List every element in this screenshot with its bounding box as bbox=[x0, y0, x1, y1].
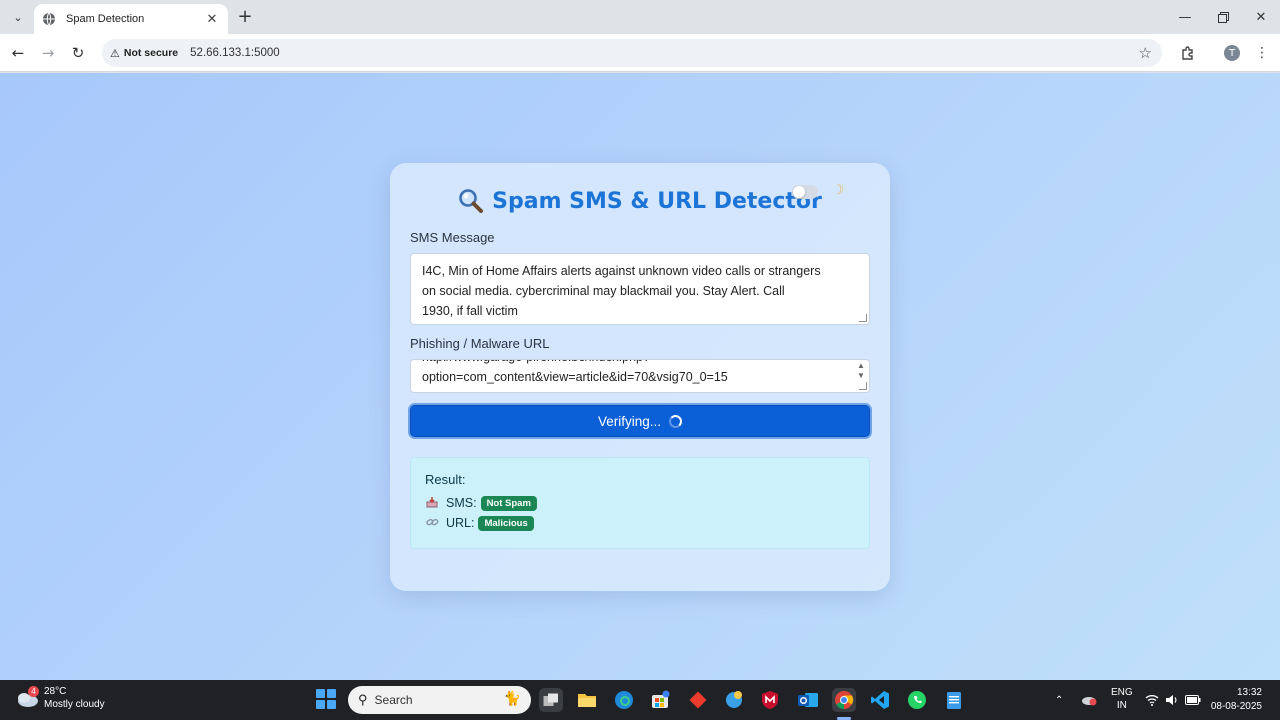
url-result-label: URL: bbox=[446, 516, 475, 530]
anydesk-icon[interactable] bbox=[686, 688, 710, 712]
sms-label: SMS Message bbox=[410, 230, 495, 245]
mcafee-icon[interactable] bbox=[758, 688, 782, 712]
file-explorer-icon[interactable] bbox=[575, 688, 599, 712]
page-viewport: Spam SMS & URL Detector ☽ SMS Message I4… bbox=[0, 73, 1280, 680]
weather-desc: Mostly cloudy bbox=[44, 699, 105, 710]
sms-line: I4C, Min of Home Affairs alerts against … bbox=[422, 264, 821, 278]
resize-handle-icon[interactable] bbox=[859, 314, 867, 322]
store-icon[interactable] bbox=[648, 688, 672, 712]
show-hidden-icons[interactable]: ⌃ bbox=[1055, 680, 1063, 720]
sms-line: 1930, if fall victim bbox=[422, 304, 518, 318]
extensions-icon[interactable] bbox=[1178, 43, 1198, 63]
search-placeholder: Search bbox=[374, 693, 413, 707]
cloud-icon: 4 bbox=[14, 686, 40, 710]
tab-title: Spam Detection bbox=[66, 13, 145, 25]
profile-button[interactable]: T bbox=[1222, 43, 1242, 63]
sms-status-badge: Not Spam bbox=[480, 495, 537, 511]
minimize-icon[interactable]: — bbox=[1166, 0, 1204, 34]
weather-alert-badge: 4 bbox=[28, 686, 39, 697]
new-tab-button[interactable]: + bbox=[236, 7, 254, 27]
whatsapp-icon[interactable] bbox=[905, 688, 929, 712]
spinner-icon bbox=[669, 414, 683, 428]
chevron-down-icon: ⌄ bbox=[13, 10, 23, 24]
url-line: option=com_content&view=article&id=70&vs… bbox=[422, 370, 728, 384]
url-text[interactable]: 52.66.133.1:5000 bbox=[190, 47, 280, 59]
result-title: Result: bbox=[425, 472, 466, 487]
close-window-icon[interactable]: ✕ bbox=[1242, 0, 1280, 34]
sms-result-label: SMS: bbox=[446, 496, 477, 510]
sms-textarea[interactable]: I4C, Min of Home Affairs alerts against … bbox=[410, 253, 870, 325]
search-highlight-icon: 🐈 bbox=[503, 690, 521, 706]
restore-icon[interactable] bbox=[1204, 0, 1242, 34]
tab-strip: ⌄ Spam Detection ✕ + — ✕ bbox=[0, 0, 1280, 34]
dark-mode-toggle[interactable] bbox=[792, 185, 818, 199]
volume-icon[interactable] bbox=[1165, 680, 1179, 720]
detector-card: Spam SMS & URL Detector ☽ SMS Message I4… bbox=[390, 163, 890, 591]
lang-top: ENG bbox=[1111, 687, 1133, 698]
sms-line: on social media. cybercriminal may black… bbox=[422, 284, 785, 298]
magnifier-icon bbox=[459, 189, 484, 213]
result-panel: Result: SMS: Not Spam URL: Malicious bbox=[410, 457, 870, 549]
back-arrow-icon[interactable]: ← bbox=[8, 43, 28, 63]
lang-bottom: IN bbox=[1116, 700, 1127, 711]
task-view-icon[interactable] bbox=[539, 688, 563, 712]
security-chip[interactable]: ⚠ Not secure bbox=[110, 47, 178, 60]
clock-date: 08-08-2025 bbox=[1210, 701, 1262, 712]
url-textarea[interactable]: http://www.garage-pirenne.be/index.php? … bbox=[410, 359, 870, 393]
warning-icon: ⚠ bbox=[110, 47, 120, 60]
notepad-icon[interactable] bbox=[942, 688, 966, 712]
bookmark-star-icon[interactable]: ☆ bbox=[1139, 44, 1152, 62]
result-row-sms: SMS: Not Spam bbox=[425, 493, 855, 513]
result-row-url: URL: Malicious bbox=[425, 513, 855, 533]
browser-toolbar: ← → ↻ ⚠ Not secure 52.66.133.1:5000 ☆ T … bbox=[0, 34, 1280, 72]
taskbar: 4 28°C Mostly cloudy ⚲ Search 🐈 ⌃ ENG IN… bbox=[0, 680, 1280, 720]
card-header: Spam SMS & URL Detector ☽ bbox=[410, 183, 870, 219]
globe-icon bbox=[42, 12, 56, 26]
wifi-icon[interactable] bbox=[1145, 680, 1159, 720]
battery-icon[interactable] bbox=[1185, 680, 1201, 720]
menu-kebab-icon[interactable]: ⋮ bbox=[1252, 43, 1272, 63]
clock-time: 13:32 bbox=[1236, 687, 1262, 698]
weather-widget[interactable]: 4 28°C Mostly cloudy bbox=[14, 685, 105, 711]
avatar: T bbox=[1224, 45, 1240, 61]
weather-app-icon[interactable] bbox=[722, 688, 746, 712]
page-title: Spam SMS & URL Detector bbox=[492, 188, 822, 214]
clock[interactable]: 13:32 08-08-2025 bbox=[1211, 686, 1262, 714]
verify-button[interactable]: Verifying... bbox=[410, 405, 870, 437]
inbox-tray-icon bbox=[425, 496, 439, 511]
scrollbar[interactable]: ▲ ▼ bbox=[856, 361, 866, 381]
chrome-icon[interactable] bbox=[832, 688, 856, 712]
reload-icon[interactable]: ↻ bbox=[68, 43, 88, 63]
url-label: Phishing / Malware URL bbox=[410, 336, 550, 351]
edge-icon[interactable] bbox=[612, 688, 636, 712]
input-language[interactable]: ENG IN bbox=[1111, 686, 1133, 712]
weather-temp: 28°C bbox=[44, 686, 67, 697]
not-secure-label: Not secure bbox=[123, 47, 179, 59]
url-line: http://www.garage-pirenne.be/index.php? bbox=[422, 360, 847, 367]
window-controls: — ✕ bbox=[1166, 0, 1280, 34]
outlook-icon[interactable] bbox=[796, 688, 820, 712]
address-bar[interactable]: ⚠ Not secure 52.66.133.1:5000 ☆ bbox=[102, 39, 1162, 67]
scroll-down-icon[interactable]: ▼ bbox=[856, 371, 866, 381]
scroll-up-icon[interactable]: ▲ bbox=[856, 361, 866, 371]
browser-tab[interactable]: Spam Detection ✕ bbox=[34, 4, 228, 34]
close-tab-icon[interactable]: ✕ bbox=[204, 12, 220, 27]
onedrive-icon[interactable] bbox=[1080, 680, 1098, 720]
forward-arrow-icon[interactable]: → bbox=[38, 43, 58, 63]
link-icon bbox=[425, 516, 439, 531]
tab-search-button[interactable]: ⌄ bbox=[8, 8, 28, 26]
vscode-icon[interactable] bbox=[868, 688, 892, 712]
url-status-badge: Malicious bbox=[478, 515, 534, 531]
windows-start-icon[interactable] bbox=[316, 689, 336, 709]
search-icon: ⚲ bbox=[358, 692, 368, 707]
taskbar-search[interactable]: ⚲ Search 🐈 bbox=[348, 686, 531, 714]
verify-button-label: Verifying... bbox=[597, 413, 662, 429]
moon-icon: ☽ bbox=[832, 183, 844, 198]
resize-handle-icon[interactable] bbox=[859, 382, 867, 390]
